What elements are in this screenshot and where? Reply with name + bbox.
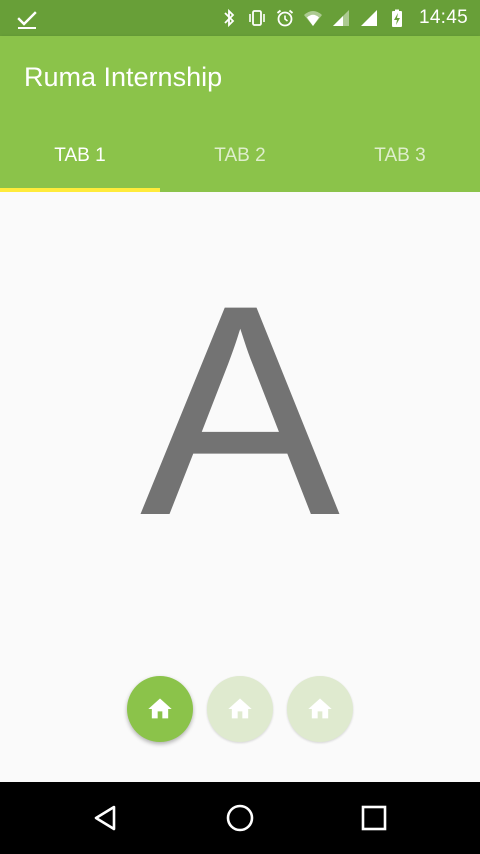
navigation-bar (0, 782, 480, 854)
tab-1-label: TAB 1 (54, 145, 106, 166)
vibrate-icon (247, 8, 267, 28)
tab-2[interactable]: TAB 2 (160, 120, 320, 192)
home-icon (228, 698, 252, 719)
home-button[interactable] (222, 800, 258, 836)
signal-icon (359, 8, 379, 28)
app-bar: Ruma Internship TAB 1 TAB 2 TAB 3 (0, 36, 480, 192)
tab-bar: TAB 1 TAB 2 TAB 3 (0, 120, 480, 192)
page-indicator-dot-2[interactable] (207, 676, 273, 742)
recents-button[interactable] (356, 800, 392, 836)
battery-charging-icon (387, 8, 407, 28)
home-circle-icon (226, 804, 254, 832)
tab-3[interactable]: TAB 3 (320, 120, 480, 192)
back-button[interactable] (88, 800, 124, 836)
tab-3-label: TAB 3 (374, 145, 426, 166)
tab-1[interactable]: TAB 1 (0, 120, 160, 192)
wifi-icon (303, 8, 323, 28)
status-icons: 14:45 (219, 0, 468, 36)
bluetooth-icon (219, 8, 239, 28)
page-indicator (0, 676, 480, 742)
check-icon (16, 8, 38, 30)
recents-icon (361, 805, 387, 831)
alarm-icon (275, 8, 295, 28)
tab-2-label: TAB 2 (214, 145, 266, 166)
home-icon (308, 698, 332, 719)
status-time: 14:45 (418, 7, 468, 28)
signal-icon (331, 8, 351, 28)
app-title: Ruma Internship (24, 62, 223, 92)
tab-content: A (0, 192, 480, 782)
page-indicator-dot-3[interactable] (287, 676, 353, 742)
status-bar: 14:45 (0, 0, 480, 36)
content-letter: A (139, 242, 341, 578)
home-icon (148, 698, 172, 719)
page-indicator-dot-1[interactable] (127, 676, 193, 742)
back-icon (94, 805, 116, 831)
